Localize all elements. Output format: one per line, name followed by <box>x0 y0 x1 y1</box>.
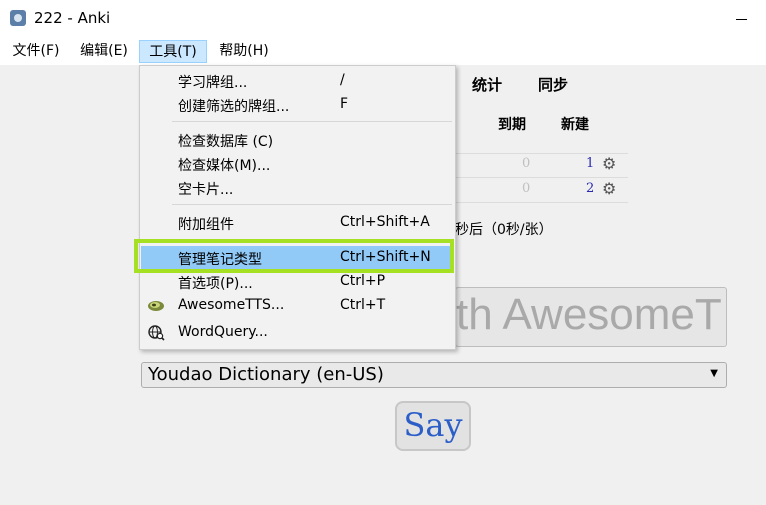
menu-item-shortcut: Ctrl+T <box>340 297 386 313</box>
deck-row-2-new: 2 <box>586 181 595 196</box>
deck-row-1-due: 0 <box>522 156 531 171</box>
row-divider <box>456 177 628 178</box>
window-title: 222 - Anki <box>34 9 111 27</box>
globe-search-icon <box>148 325 165 341</box>
study-time-info: 秒后（0秒/张） <box>455 222 553 238</box>
menu-item-label: AwesomeTTS... <box>178 297 285 313</box>
menu-separator <box>172 204 452 205</box>
speaker-icon <box>148 301 164 311</box>
menu-item-label: 创建筛选的牌组... <box>178 99 290 115</box>
menu-item-check-media[interactable]: 检查媒体(M)... <box>141 152 454 175</box>
deck-row-2-gear-icon[interactable]: ⚙ <box>602 179 616 198</box>
menu-edit[interactable]: 编辑(E) <box>78 40 130 63</box>
menu-bar: 文件(F) 编辑(E) 工具(T) 帮助(H) <box>0 38 766 65</box>
menu-item-check-database[interactable]: 检查数据库 (C) <box>141 128 454 151</box>
title-bar: 222 - Anki <box>0 0 766 38</box>
dictionary-select[interactable]: Youdao Dictionary (en-US) ▼ <box>141 362 727 388</box>
menu-item-manage-note-types[interactable]: 管理笔记类型 Ctrl+Shift+N <box>141 246 454 269</box>
toolbar-stats-link[interactable]: 统计 <box>472 74 502 95</box>
menu-item-shortcut: Ctrl+Shift+A <box>340 214 430 230</box>
menu-separator <box>172 121 452 122</box>
menu-item-create-filtered-deck[interactable]: 创建筛选的牌组... F <box>141 93 454 116</box>
column-header-new: 新建 <box>561 117 589 133</box>
say-button[interactable]: Say <box>395 401 471 451</box>
deck-row-1-new: 1 <box>586 156 595 171</box>
minimize-button[interactable] <box>720 0 766 38</box>
menu-item-shortcut: / <box>340 72 345 88</box>
tts-text-input[interactable]: th AwesomeT <box>455 287 727 347</box>
menu-item-addons[interactable]: 附加组件 Ctrl+Shift+A <box>141 211 454 234</box>
menu-file[interactable]: 文件(F) <box>10 40 62 63</box>
menu-item-shortcut: Ctrl+Shift+N <box>340 249 431 265</box>
row-divider <box>456 202 628 203</box>
tools-menu-dropdown: 学习牌组... / 创建筛选的牌组... F 检查数据库 (C) 检查媒体(M)… <box>139 65 456 350</box>
deck-row-2-due: 0 <box>522 181 531 196</box>
menu-item-shortcut: Ctrl+P <box>340 273 386 289</box>
anki-app-icon <box>10 10 26 26</box>
deck-row-1-gear-icon[interactable]: ⚙ <box>602 154 616 173</box>
menu-item-label: 首选项(P)... <box>178 276 253 292</box>
menu-item-empty-cards[interactable]: 空卡片... <box>141 176 454 199</box>
chevron-down-icon: ▼ <box>710 368 718 379</box>
tts-text: th AwesomeT <box>456 290 722 339</box>
menu-item-label: 附加组件 <box>178 217 234 233</box>
menu-item-wordquery[interactable]: WordQuery... <box>141 321 454 344</box>
menu-item-label: WordQuery... <box>178 324 268 340</box>
menu-item-label: 检查媒体(M)... <box>178 158 271 174</box>
menu-tools[interactable]: 工具(T) <box>139 40 207 63</box>
menu-item-shortcut: F <box>340 96 349 112</box>
menu-item-label: 管理笔记类型 <box>178 252 262 268</box>
toolbar-sync-link[interactable]: 同步 <box>538 74 568 95</box>
menu-separator <box>172 239 452 240</box>
dictionary-select-value: Youdao Dictionary (en-US) <box>148 364 384 385</box>
menu-item-awesometts[interactable]: AwesomeTTS... Ctrl+T <box>141 294 454 317</box>
menu-item-label: 检查数据库 (C) <box>178 134 274 150</box>
menu-item-preferences[interactable]: 首选项(P)... Ctrl+P <box>141 270 454 293</box>
menu-item-label: 学习牌组... <box>178 75 248 91</box>
menu-help[interactable]: 帮助(H) <box>216 40 272 63</box>
menu-item-study-deck[interactable]: 学习牌组... / <box>141 69 454 92</box>
column-header-due: 到期 <box>498 117 526 133</box>
menu-item-label: 空卡片... <box>178 182 234 198</box>
